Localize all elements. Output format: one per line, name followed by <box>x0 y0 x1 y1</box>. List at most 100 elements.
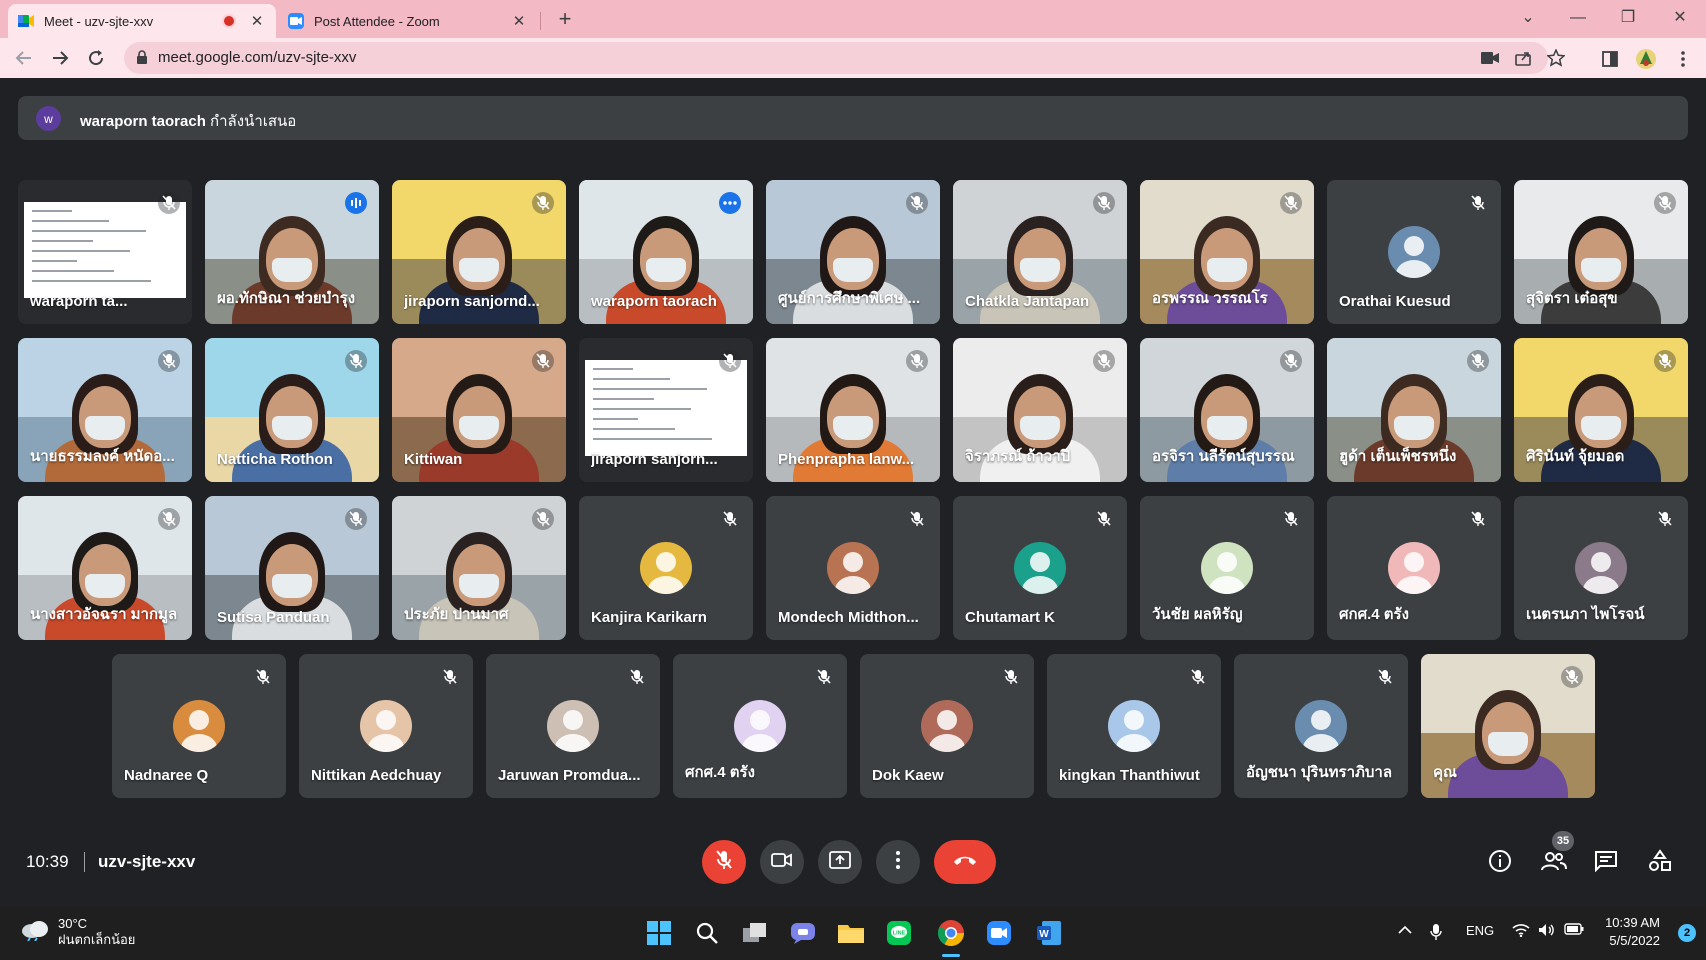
mic-toggle-button[interactable] <box>702 840 746 884</box>
chat-button[interactable] <box>1592 849 1620 877</box>
participant-name: นายธรรมลงค์ หนัดอ... <box>30 448 175 465</box>
url-text[interactable]: meet.google.com/uzv-sjte-xxv <box>158 49 356 66</box>
browser-menu-icon[interactable] <box>1672 48 1694 70</box>
mic-off-icon <box>1467 350 1489 372</box>
participant-name: ผอ.ทักษิณา ช่วยบำรุง <box>217 290 356 307</box>
battery-icon[interactable] <box>1564 923 1584 938</box>
participant-tile[interactable]: นายธรรมลงค์ หนัดอ... <box>18 338 192 482</box>
share-icon[interactable] <box>1514 49 1534 67</box>
phone-hangup-icon <box>952 853 978 871</box>
mic-off-icon <box>813 666 835 688</box>
minimize-icon[interactable]: — <box>1558 4 1598 32</box>
weather-widget[interactable]: 30°C ฝนตกเล็กน้อย <box>20 916 135 948</box>
activities-button[interactable] <box>1646 848 1674 877</box>
close-tab-icon[interactable]: ✕ <box>248 12 266 30</box>
participant-tile[interactable]: คุณ <box>1421 654 1595 798</box>
avatar <box>921 700 973 752</box>
notification-badge[interactable]: 2 <box>1678 924 1696 942</box>
mic-off-icon <box>1654 192 1676 214</box>
mic-off-icon <box>1280 350 1302 372</box>
leave-call-button[interactable] <box>934 840 996 884</box>
participant-tile[interactable]: Natticha Rothon <box>205 338 379 482</box>
present-screen-button[interactable] <box>818 840 862 884</box>
input-language[interactable]: ENG <box>1466 923 1494 938</box>
windows-taskbar: 30°C ฝนตกเล็กน้อย LINE W ENG 10:39 AM 5/… <box>0 906 1706 960</box>
volume-icon[interactable] <box>1538 923 1556 940</box>
participant-tile[interactable]: ฮูด้า เต็นเพ็ชรหนึ่ง <box>1327 338 1501 482</box>
participant-tile[interactable]: kingkan Thanthiwut <box>1047 654 1221 798</box>
participant-tile[interactable]: ประภัย ปานมาศ <box>392 496 566 640</box>
participant-tile[interactable]: จิราภรณ์ ถ้าวาปี <box>953 338 1127 482</box>
lock-icon[interactable] <box>136 50 148 69</box>
participant-tile[interactable]: อัญชนา ปุรินทราภิบาล <box>1234 654 1408 798</box>
participant-tile[interactable]: Phenprapha lanw... <box>766 338 940 482</box>
meeting-details-button[interactable] <box>1486 849 1514 877</box>
participant-tile[interactable]: Kittiwan <box>392 338 566 482</box>
tab-zoom[interactable]: Post Attendee - Zoom ✕ <box>278 4 538 38</box>
close-tab-icon[interactable]: ✕ <box>510 12 528 30</box>
participant-tile[interactable]: Chutamart K <box>953 496 1127 640</box>
profile-avatar[interactable] <box>1635 48 1657 70</box>
windows-start-icon[interactable] <box>644 918 674 948</box>
participant-tile[interactable]: Sutisa Panduan <box>205 496 379 640</box>
side-panel-icon[interactable] <box>1599 48 1621 70</box>
close-window-icon[interactable]: ✕ <box>1660 4 1700 32</box>
zoom-app-icon[interactable] <box>984 918 1014 948</box>
participant-tile[interactable]: ผอ.ทักษิณา ช่วยบำรุง <box>205 180 379 324</box>
participant-tile[interactable]: ศูนย์การศึกษาพิเศษ ... <box>766 180 940 324</box>
speaking-indicator-icon <box>345 192 367 214</box>
participant-tile[interactable]: Nadnaree Q <box>112 654 286 798</box>
line-app-icon[interactable]: LINE <box>884 918 914 948</box>
system-clock[interactable]: 10:39 AM 5/5/2022 <box>1605 914 1660 950</box>
participant-tile[interactable]: เนตรนภา ไพโรจน์ <box>1514 496 1688 640</box>
participant-tile[interactable]: waraporn taorach <box>579 180 753 324</box>
info-icon <box>1488 849 1512 878</box>
participant-tile[interactable]: ศิรินันท์ จุ้ยมอด <box>1514 338 1688 482</box>
task-view-icon[interactable] <box>740 918 770 948</box>
chrome-icon[interactable] <box>936 918 966 948</box>
participant-tile[interactable]: ศกศ.4 ตรัง <box>673 654 847 798</box>
google-meet-icon <box>18 13 34 29</box>
participant-tile[interactable]: Kanjira Karikarn <box>579 496 753 640</box>
camera-icon[interactable] <box>1480 49 1500 67</box>
file-explorer-icon[interactable] <box>836 918 866 948</box>
maximize-icon[interactable]: ❐ <box>1608 4 1648 32</box>
meeting-code[interactable]: uzv-sjte-xxv <box>98 852 195 872</box>
participant-tile[interactable]: อรพรรณ วรรณโร <box>1140 180 1314 324</box>
back-icon[interactable] <box>10 44 38 72</box>
participant-tile[interactable]: อรจิรา นลีรัตน์สุบรรณ <box>1140 338 1314 482</box>
participant-tile[interactable]: วันชัย ผลหิรัญ <box>1140 496 1314 640</box>
tab-search-icon[interactable]: ⌄ <box>1508 4 1548 32</box>
forward-icon[interactable] <box>46 44 74 72</box>
participant-tile[interactable]: jiraporn sanjorn... <box>579 338 753 482</box>
search-icon[interactable] <box>692 918 722 948</box>
show-hidden-icons-icon[interactable] <box>1398 923 1412 938</box>
participant-tile[interactable]: Orathai Kuesud <box>1327 180 1501 324</box>
participant-tile[interactable]: Nittikan Aedchuay <box>299 654 473 798</box>
microphone-tray-icon[interactable] <box>1430 923 1442 944</box>
more-options-button[interactable] <box>876 840 920 884</box>
meeting-time: 10:39 <box>26 852 69 871</box>
word-icon[interactable]: W <box>1034 918 1064 948</box>
wifi-icon[interactable] <box>1512 923 1530 940</box>
participant-tile[interactable]: jiraporn sanjornd... <box>392 180 566 324</box>
teams-chat-icon[interactable] <box>788 918 818 948</box>
reload-icon[interactable] <box>82 44 110 72</box>
bookmark-star-icon[interactable] <box>1546 49 1566 67</box>
participant-tile[interactable]: waraporn ta... <box>18 180 192 324</box>
face-mask <box>272 258 312 282</box>
camera-toggle-button[interactable] <box>760 840 804 884</box>
address-bar[interactable]: meet.google.com/uzv-sjte-xxv <box>124 42 1565 74</box>
participant-tile[interactable]: Mondech Midthon... <box>766 496 940 640</box>
participant-tile[interactable]: Jaruwan Promdua... <box>486 654 660 798</box>
participant-tile[interactable]: สุจิตรา เต๋อสุข <box>1514 180 1688 324</box>
tab-meet[interactable]: Meet - uzv-sjte-xxv ✕ <box>8 4 276 38</box>
new-tab-button[interactable]: + <box>552 6 578 32</box>
people-button[interactable] <box>1540 849 1568 877</box>
camera-off-icon <box>771 852 793 873</box>
participant-tile[interactable]: Dok Kaew <box>860 654 1034 798</box>
mic-off-icon <box>158 350 180 372</box>
participant-tile[interactable]: Chatkla Jantapan <box>953 180 1127 324</box>
participant-tile[interactable]: นางสาวอัจฉรา มากมูล <box>18 496 192 640</box>
participant-tile[interactable]: ศกศ.4 ตรัง <box>1327 496 1501 640</box>
